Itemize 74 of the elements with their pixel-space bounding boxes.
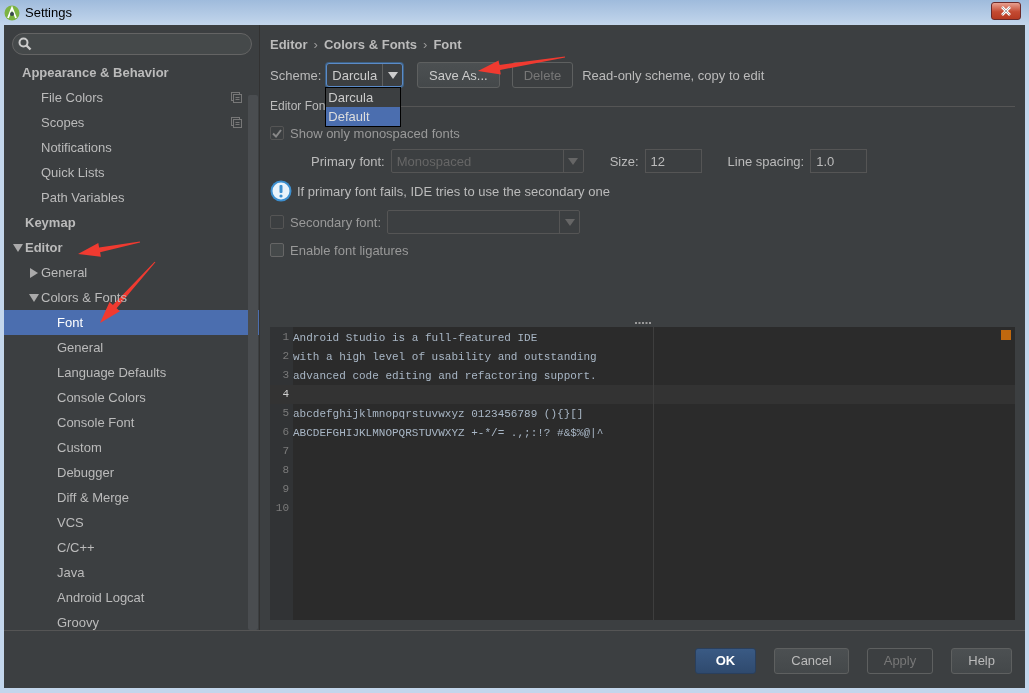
tree-item[interactable]: General [4, 335, 259, 360]
search-field[interactable] [12, 33, 252, 55]
android-icon [4, 4, 20, 21]
tree-item[interactable]: Language Defaults [4, 360, 259, 385]
breadcrumb-separator: › [313, 36, 318, 52]
tree-item[interactable]: Diff & Merge [4, 485, 259, 510]
tree-item[interactable]: Groovy [4, 610, 259, 630]
code-line: ABCDEFGHIJKLMNOPQRSTUVWXYZ +-*/= .,;:!? #&$%@|^ [293, 426, 604, 439]
line-number: 1 [281, 330, 290, 345]
close-icon [1000, 5, 1012, 16]
breadcrumb-item: Colors & Fonts [323, 36, 418, 52]
tree-item[interactable]: Console Colors [4, 385, 259, 410]
line-number: 5 [281, 406, 290, 421]
field-label: Size: [609, 153, 639, 169]
line-number: 2 [281, 349, 290, 364]
tree-item[interactable]: File Colors [4, 85, 259, 110]
line-number: 7 [281, 444, 290, 459]
tree-item[interactable]: Editor [4, 235, 259, 260]
tree-item[interactable]: Path Variables [4, 185, 259, 210]
breadcrumb-separator: › [423, 36, 428, 52]
dialog-button[interactable]: Help [951, 647, 1012, 674]
tree-item[interactable]: Console Font [4, 410, 259, 435]
group-title: Editor Fon [270, 99, 326, 113]
dropdown-option[interactable]: Default [326, 107, 401, 126]
close-button[interactable] [991, 1, 1021, 20]
scheme-note: Read-only scheme, copy to edit [582, 67, 765, 83]
tree-item[interactable]: Quick Lists [4, 160, 259, 185]
info-message: If primary font fails, IDE tries to use the secondary one [297, 183, 610, 199]
search-icon [18, 37, 32, 51]
line-number: 9 [281, 482, 290, 497]
line-number: 3 [281, 368, 290, 383]
checkbox[interactable] [270, 243, 284, 257]
scheme-label: Scheme: [270, 67, 322, 83]
scheme-button[interactable]: Save As... [417, 62, 500, 88]
tree-item[interactable]: General [4, 260, 259, 285]
tree-item[interactable]: Font [4, 310, 259, 335]
expanded-arrow-icon[interactable] [10, 243, 25, 252]
tree-item[interactable]: VCS [4, 510, 259, 535]
breadcrumb-item: Editor [270, 36, 308, 52]
dialog-button[interactable]: OK [694, 647, 757, 674]
checkbox-label: Enable font ligatures [290, 242, 409, 258]
line-number: 4 [281, 387, 290, 402]
info-icon [270, 180, 292, 202]
splitter-grip[interactable] [634, 321, 651, 325]
error-stripe-marker [1001, 330, 1011, 340]
tree-item[interactable]: Java [4, 560, 259, 585]
tree-item[interactable]: Debugger [4, 460, 259, 485]
window-title: Settings [25, 5, 73, 20]
line-spacing-field[interactable]: 1.0 [810, 149, 868, 173]
tree-item[interactable]: Keymap [4, 210, 259, 235]
dropdown-option[interactable]: Darcula [326, 88, 401, 107]
code-line: with a high level of usability and outstanding [293, 350, 597, 363]
tree-item[interactable]: Notifications [4, 135, 259, 160]
dialog-button[interactable]: Cancel [774, 647, 849, 674]
breadcrumb-item: Font [433, 36, 462, 52]
line-number: 8 [281, 463, 290, 478]
code-line: abcdefghijklmnopqrstuvwxyz 0123456789 (){}[] [293, 407, 584, 420]
code-line: Android Studio is a full-featured IDE [293, 331, 538, 344]
expanded-arrow-icon[interactable] [26, 293, 41, 302]
size-field[interactable]: 12 [644, 149, 702, 173]
scrollbar-thumb[interactable] [248, 95, 258, 630]
tree-item[interactable]: C/C++ [4, 535, 259, 560]
checkbox-label: Show only monospaced fonts [290, 125, 460, 141]
code-line: advanced code editing and refactoring support. [293, 369, 597, 382]
checkbox-label: Secondary font: [290, 214, 382, 230]
tree-item[interactable]: Custom [4, 435, 259, 460]
tree-item[interactable]: Scopes [4, 110, 259, 135]
field-label: Primary font: [311, 153, 385, 169]
line-number: 6 [281, 425, 290, 440]
annotation-arrow [78, 241, 141, 257]
line-number: 10 [274, 501, 290, 516]
tree-item[interactable]: Appearance & Behavior [4, 60, 259, 85]
field-label: Line spacing: [727, 153, 805, 169]
tree-item[interactable]: Android Logcat [4, 585, 259, 610]
